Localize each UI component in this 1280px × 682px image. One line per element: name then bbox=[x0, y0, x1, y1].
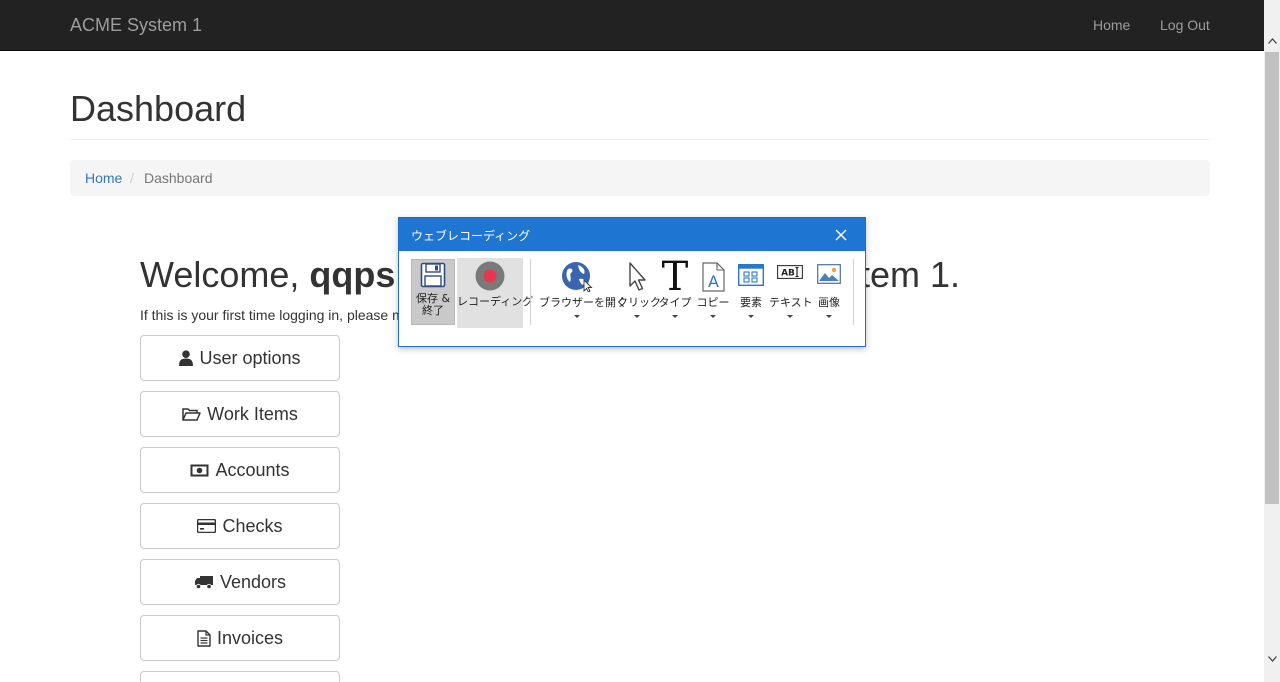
file-text-icon bbox=[197, 629, 211, 647]
vendors-button[interactable]: Vendors bbox=[140, 559, 340, 605]
welcome-username: qqps bbox=[309, 254, 396, 295]
money-icon bbox=[190, 464, 209, 477]
image-icon bbox=[817, 264, 841, 287]
save-exit-label-line2: 終了 bbox=[422, 304, 444, 317]
text-dropdown-icon[interactable] bbox=[787, 315, 793, 318]
recording-label: レコーディング bbox=[457, 295, 534, 308]
save-icon bbox=[420, 262, 446, 291]
accounts-label: Accounts bbox=[215, 459, 290, 480]
copy-label: コピー bbox=[696, 296, 730, 309]
open-browser-label: ブラウザーを開く bbox=[539, 296, 627, 309]
image-label: 画像 bbox=[818, 296, 840, 309]
breadcrumb: Home / Dashboard bbox=[70, 160, 1210, 196]
element-label: 要素 bbox=[740, 296, 762, 309]
brand-link[interactable]: ACME System 1 bbox=[70, 15, 202, 36]
close-icon[interactable] bbox=[833, 227, 849, 243]
save-exit-button[interactable]: 保存 & 終了 bbox=[411, 259, 455, 325]
click-button[interactable]: クリック bbox=[617, 259, 661, 327]
credit-card-icon bbox=[197, 519, 217, 533]
navbar: ACME System 1 Home Log Out bbox=[0, 0, 1264, 51]
type-label: タイプ bbox=[658, 296, 692, 309]
toolbar-separator bbox=[530, 259, 531, 325]
record-icon bbox=[475, 261, 505, 294]
image-dropdown-icon[interactable] bbox=[826, 315, 832, 318]
breadcrumb-separator: / bbox=[130, 170, 134, 186]
intro-text: If this is your first time logging in, p… bbox=[140, 307, 404, 323]
copy-document-icon: A bbox=[700, 262, 726, 295]
nav-logout-link[interactable]: Log Out bbox=[1160, 17, 1210, 33]
nav-home-link[interactable]: Home bbox=[1093, 17, 1130, 33]
page-title: Dashboard bbox=[70, 88, 247, 129]
copy-dropdown-icon[interactable] bbox=[710, 315, 716, 318]
welcome-heading: Welcome, qqps bbox=[140, 254, 395, 296]
element-button[interactable]: 要素 bbox=[733, 259, 769, 327]
work-items-label: Work Items bbox=[207, 403, 298, 424]
breadcrumb-current: Dashboard bbox=[144, 170, 213, 186]
scrollbar-thumb[interactable] bbox=[1265, 52, 1279, 504]
copy-button[interactable]: A コピー bbox=[695, 259, 731, 327]
image-button[interactable]: 画像 bbox=[813, 259, 845, 327]
click-label: クリック bbox=[617, 296, 661, 309]
accounts-button[interactable]: Accounts bbox=[140, 447, 340, 493]
user-icon bbox=[179, 350, 194, 366]
type-text-icon: T bbox=[660, 254, 690, 300]
globe-icon bbox=[560, 260, 594, 295]
user-options-button[interactable]: User options bbox=[140, 335, 340, 381]
open-browser-button[interactable]: ブラウザーを開く bbox=[539, 259, 627, 327]
checks-button[interactable]: Checks bbox=[140, 503, 340, 549]
dialog-titlebar[interactable]: ウェブレコーディング bbox=[399, 218, 865, 251]
invoices-label: Invoices bbox=[216, 627, 284, 648]
welcome-prefix: Welcome, bbox=[140, 254, 310, 295]
element-grid-icon bbox=[737, 263, 765, 289]
vendors-label: Vendors bbox=[219, 571, 287, 592]
text-button[interactable]: AB テキスト bbox=[769, 259, 813, 327]
type-button[interactable]: T タイプ bbox=[657, 254, 693, 327]
recording-button[interactable]: レコーディング bbox=[457, 258, 534, 328]
invoices-button[interactable]: Invoices bbox=[140, 615, 340, 661]
work-items-button[interactable]: Work Items bbox=[140, 391, 340, 437]
dialog-title: ウェブレコーディング bbox=[411, 229, 531, 243]
title-divider bbox=[70, 139, 1210, 140]
click-dropdown-icon[interactable] bbox=[634, 315, 640, 318]
scroll-up-arrow-icon[interactable] bbox=[1264, 34, 1280, 51]
web-recording-dialog: ウェブレコーディング 保存 & 終了 レコーディング ブラウザーを開く クリック bbox=[398, 217, 866, 347]
checks-label: Checks bbox=[222, 515, 283, 536]
breadcrumb-home-link[interactable]: Home bbox=[85, 170, 122, 186]
toolbar-separator-end bbox=[853, 259, 854, 325]
truck-icon bbox=[194, 575, 214, 589]
scroll-down-arrow-icon[interactable] bbox=[1264, 652, 1280, 669]
text-label: テキスト bbox=[769, 296, 813, 309]
next-menu-button-partial[interactable] bbox=[140, 671, 340, 682]
element-dropdown-icon[interactable] bbox=[748, 315, 754, 318]
svg-text:AB: AB bbox=[781, 269, 795, 279]
type-dropdown-icon[interactable] bbox=[672, 315, 678, 318]
user-options-label: User options bbox=[199, 347, 301, 368]
svg-text:T: T bbox=[662, 258, 689, 294]
svg-text:A: A bbox=[708, 272, 719, 291]
folder-open-icon bbox=[182, 407, 201, 422]
text-field-icon: AB bbox=[777, 265, 803, 282]
open-browser-dropdown-icon[interactable] bbox=[574, 315, 580, 318]
cursor-icon bbox=[624, 261, 650, 296]
